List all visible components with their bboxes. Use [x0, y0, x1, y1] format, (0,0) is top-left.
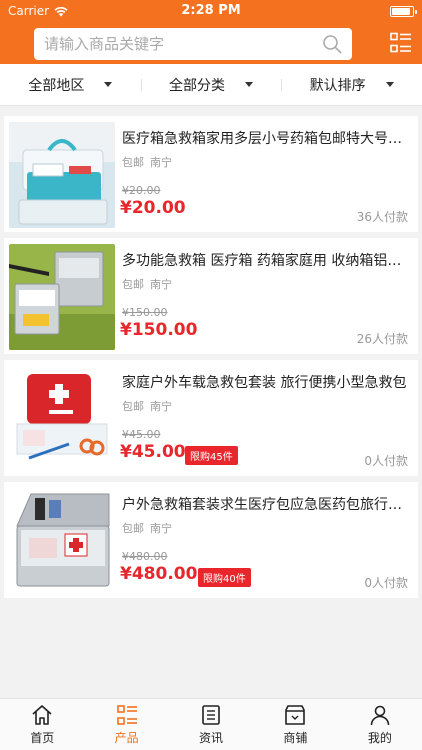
battery-icon — [390, 5, 417, 17]
bottom-tab-bar: 首页 产品 资讯 商铺 我的 — [0, 698, 422, 750]
sales-count: 26人付款 — [356, 332, 408, 346]
shipping-label: 包邮 — [122, 156, 144, 169]
sale-price: ¥45.00 — [120, 442, 186, 462]
city-label: 南宁 — [150, 278, 172, 291]
sales-count: 0人付款 — [364, 576, 408, 590]
filter-category[interactable]: 全部分类 — [140, 75, 282, 95]
product-list: 医疗箱急救箱家用多层小号药箱包邮特大号带锁 包邮 南宁 ¥20.00 ¥20.0… — [0, 106, 422, 598]
original-price: ¥150.00 — [122, 306, 168, 319]
product-meta: 包邮 南宁 — [122, 154, 172, 170]
city-label: 南宁 — [150, 400, 172, 413]
filter-region[interactable]: 全部地区 — [0, 75, 141, 95]
tab-store-label: 商铺 — [283, 730, 308, 745]
filter-sort-label: 默认排序 — [309, 77, 366, 94]
product-card[interactable]: 医疗箱急救箱家用多层小号药箱包邮特大号带锁 包邮 南宁 ¥20.00 ¥20.0… — [4, 116, 418, 232]
tab-profile-label: 我的 — [367, 730, 392, 745]
tab-products-label: 产品 — [114, 730, 139, 745]
tab-news[interactable]: 资讯 — [169, 699, 253, 750]
product-image[interactable] — [9, 366, 115, 472]
sale-price: ¥480.00 — [120, 564, 198, 584]
product-card[interactable]: 多功能急救箱 医疗箱 药箱家庭用 收纳箱铝合金 包邮 南宁 ¥150.00 ¥1… — [4, 238, 418, 354]
search-icon[interactable] — [322, 34, 342, 54]
tab-home[interactable]: 首页 — [0, 699, 84, 750]
clock: 2:28 PM — [181, 3, 241, 18]
product-meta: 包邮 南宁 — [122, 520, 172, 536]
home-icon — [32, 704, 52, 725]
product-image[interactable] — [9, 488, 115, 594]
sales-count: 0人付款 — [364, 454, 408, 468]
filter-sort[interactable]: 默认排序 — [281, 75, 422, 95]
status-bar: Carrier 2:28 PM — [0, 0, 422, 22]
filter-bar: 全部地区 全部分类 默认排序 — [0, 64, 422, 106]
sale-price: ¥20.00 — [120, 198, 186, 218]
list-icon — [116, 704, 137, 725]
caret-down-icon — [104, 82, 113, 87]
original-price: ¥20.00 — [122, 184, 161, 197]
user-icon — [370, 705, 390, 725]
product-meta: 包邮 南宁 — [122, 276, 172, 292]
original-price: ¥480.00 — [122, 550, 168, 563]
caret-down-icon — [385, 82, 394, 87]
city-label: 南宁 — [150, 156, 172, 169]
shipping-label: 包邮 — [122, 278, 144, 291]
purchase-limit-badge: 限购40件 — [198, 568, 251, 587]
purchase-limit-badge: 限购45件 — [185, 446, 238, 465]
product-title[interactable]: 户外急救箱套装求生医疗包应急医药包旅行必备 — [122, 494, 410, 514]
search-input[interactable] — [44, 35, 322, 53]
sale-price: ¥150.00 — [120, 320, 198, 340]
product-card[interactable]: 家庭户外车载急救包套装 旅行便携小型急救包 包邮 南宁 ¥45.00 ¥45.0… — [4, 360, 418, 476]
category-menu-icon[interactable] — [390, 32, 412, 54]
product-meta: 包邮 南宁 — [122, 398, 172, 414]
shipping-label: 包邮 — [122, 400, 144, 413]
filter-category-label: 全部分类 — [169, 77, 225, 94]
caret-down-icon — [245, 82, 253, 87]
product-image[interactable] — [9, 244, 115, 350]
product-title[interactable]: 医疗箱急救箱家用多层小号药箱包邮特大号带锁 — [122, 128, 410, 148]
product-card[interactable]: 户外急救箱套装求生医疗包应急医药包旅行必备 包邮 南宁 ¥480.00 ¥480… — [4, 482, 418, 598]
tab-news-label: 资讯 — [199, 730, 224, 745]
tab-profile[interactable]: 我的 — [338, 699, 422, 750]
product-image[interactable] — [9, 122, 115, 228]
wifi-icon — [54, 6, 68, 16]
app-header: Carrier 2:28 PM — [0, 0, 422, 64]
tab-products[interactable]: 产品 — [84, 699, 168, 750]
news-icon — [202, 704, 220, 725]
filter-region-label: 全部地区 — [28, 77, 85, 94]
tab-store[interactable]: 商铺 — [253, 699, 337, 750]
search-bar[interactable] — [34, 28, 352, 60]
shipping-label: 包邮 — [122, 522, 144, 535]
product-title[interactable]: 家庭户外车载急救包套装 旅行便携小型急救包 — [122, 372, 410, 392]
original-price: ¥45.00 — [122, 428, 161, 441]
store-icon — [285, 704, 306, 725]
city-label: 南宁 — [150, 522, 172, 535]
carrier-label: Carrier — [8, 4, 50, 18]
sales-count: 36人付款 — [356, 210, 408, 224]
tab-home-label: 首页 — [30, 730, 55, 745]
product-title[interactable]: 多功能急救箱 医疗箱 药箱家庭用 收纳箱铝合金 — [122, 250, 410, 270]
